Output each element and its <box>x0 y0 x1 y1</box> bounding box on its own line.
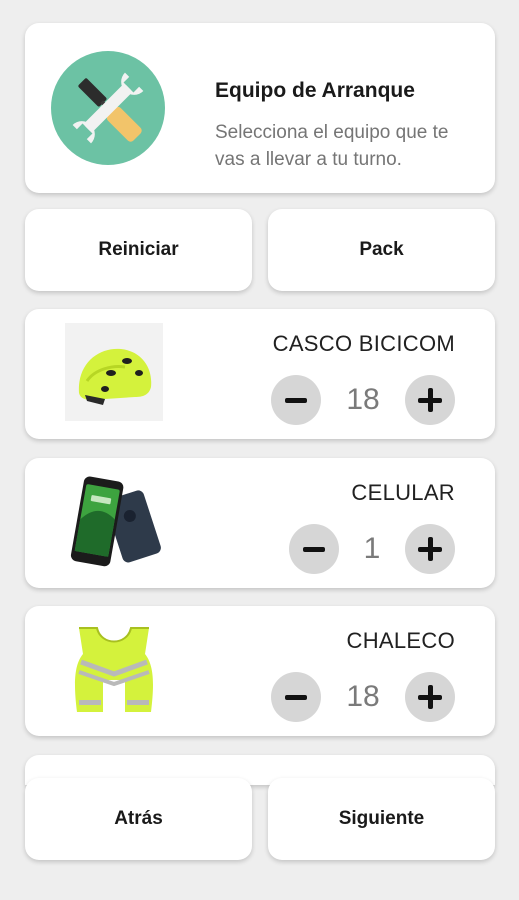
quantity-stepper: 18 <box>271 672 455 722</box>
reset-button[interactable]: Reiniciar <box>25 209 252 291</box>
list-item: CASCO BICICOM 18 <box>25 309 495 439</box>
decrement-button[interactable] <box>271 672 321 722</box>
header-card: Equipo de Arranque Selecciona el equipo … <box>25 23 495 193</box>
decrement-button[interactable] <box>289 524 339 574</box>
quantity-value: 18 <box>346 680 380 713</box>
increment-button[interactable] <box>405 672 455 722</box>
item-name: CASCO BICICOM <box>272 331 455 356</box>
pack-button[interactable]: Pack <box>268 209 495 291</box>
item-name: CHALECO <box>346 628 455 653</box>
minus-icon <box>285 397 307 403</box>
list-item: CELULAR 1 <box>25 458 495 588</box>
increment-button[interactable] <box>405 524 455 574</box>
increment-button[interactable] <box>405 375 455 425</box>
decrement-button[interactable] <box>271 375 321 425</box>
plus-icon <box>418 537 442 561</box>
quantity-value: 18 <box>346 383 380 416</box>
phone-icon <box>70 476 161 567</box>
tools-icon <box>51 51 165 165</box>
back-button[interactable]: Atrás <box>25 778 252 860</box>
item-name: CELULAR <box>351 480 455 505</box>
minus-icon <box>303 546 325 552</box>
quantity-stepper: 1 <box>289 524 455 574</box>
plus-icon <box>418 685 442 709</box>
quantity-stepper: 18 <box>271 375 455 425</box>
minus-icon <box>285 694 307 700</box>
list-item: CHALECO 18 <box>25 606 495 736</box>
quantity-value: 1 <box>363 532 381 565</box>
vest-icon <box>75 627 153 712</box>
plus-icon <box>418 388 442 412</box>
page-title: Equipo de Arranque <box>215 79 415 102</box>
helmet-icon <box>65 323 163 421</box>
next-button[interactable]: Siguiente <box>268 778 495 860</box>
page-subtitle: Selecciona el equipo que te vas a llevar… <box>215 122 449 170</box>
